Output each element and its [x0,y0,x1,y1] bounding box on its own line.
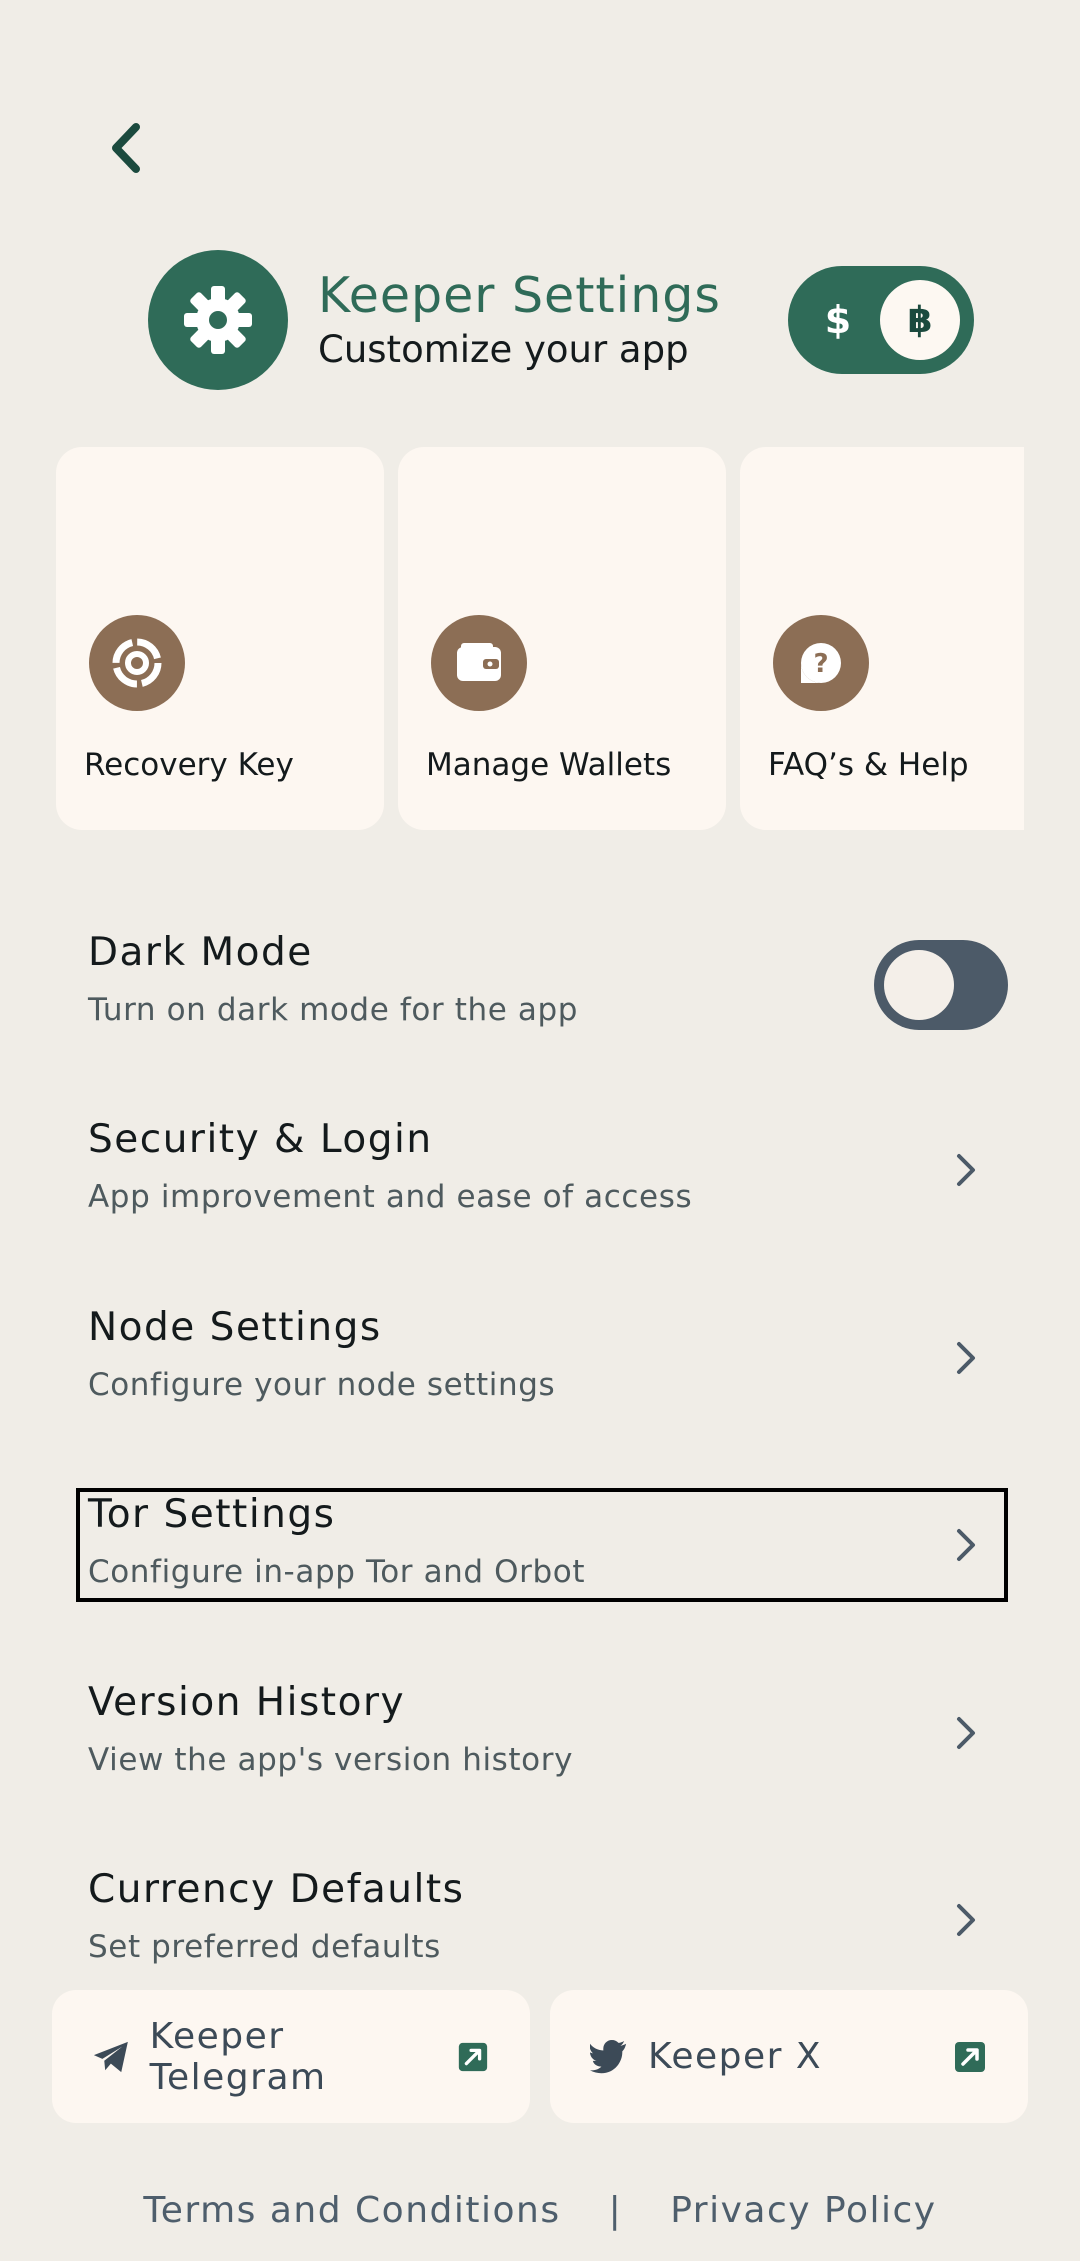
chevron-right-icon [957,1904,975,1936]
card-faq-help[interactable]: ? FAQ’s & Help [740,447,1024,830]
settings-item-version-history[interactable]: Version History View the app's version h… [78,1678,1008,1793]
footer-links: Terms and Conditions | Privacy Policy [0,2180,1080,2240]
gear-icon [148,250,288,390]
setting-title: Version History [88,1680,406,1725]
chevron-right-icon [957,1529,975,1561]
setting-description: Turn on dark mode for the app [88,992,578,1028]
keeper-x-button[interactable]: Keeper X [550,1990,1028,2123]
bitcoin-symbol: ฿ [880,280,960,360]
page-title: Keeper Settings [318,267,721,324]
dark-mode-setting: Dark Mode Turn on dark mode for the app [78,928,1008,1043]
dollar-symbol: $ [824,298,852,342]
card-label: Recovery Key [84,747,294,783]
wallet-icon [431,615,527,711]
setting-title: Node Settings [88,1305,382,1350]
setting-description: Configure your node settings [88,1367,556,1403]
external-link-icon [458,2042,488,2071]
terms-link[interactable]: Terms and Conditions [143,2190,560,2231]
svg-text:?: ? [813,649,828,679]
chevron-right-icon [957,1717,975,1749]
telegram-icon [93,2041,128,2072]
external-link-icon [955,2041,985,2072]
settings-item-currency-defaults[interactable]: Currency Defaults Set preferred defaults [78,1865,1008,1980]
chevron-right-icon [957,1342,975,1374]
setting-description: View the app's version history [88,1742,574,1778]
setting-title: Dark Mode [88,930,313,975]
toggle-knob [884,950,954,1020]
chevron-left-icon [112,123,140,173]
setting-description: Set preferred defaults [88,1929,441,1965]
setting-description: App improvement and ease of access [88,1179,693,1215]
keeper-telegram-button[interactable]: Keeper Telegram [52,1990,530,2123]
back-button[interactable] [96,118,156,178]
setting-title: Tor Settings [88,1492,336,1537]
card-recovery-key[interactable]: Recovery Key [56,447,384,830]
help-icon: ? [773,615,869,711]
social-label: Keeper X [648,2036,823,2077]
settings-item-security-login[interactable]: Security & Login App improvement and eas… [78,1115,1008,1230]
page-subtitle: Customize your app [318,328,689,371]
settings-cards: Recovery Key Manage Wallets ? FAQ’s & He… [56,447,1024,830]
setting-title: Security & Login [88,1117,433,1162]
currency-toggle[interactable]: $ ฿ [788,266,974,374]
setting-title: Currency Defaults [88,1867,465,1912]
settings-item-tor-settings[interactable]: Tor Settings Configure in-app Tor and Or… [78,1490,1008,1605]
card-label: FAQ’s & Help [768,747,969,783]
recovery-key-icon [89,615,185,711]
dark-mode-toggle[interactable] [874,940,1008,1030]
setting-description: Configure in-app Tor and Orbot [88,1554,586,1590]
card-manage-wallets[interactable]: Manage Wallets [398,447,726,830]
card-label: Manage Wallets [426,747,672,783]
settings-header: Keeper Settings Customize your app $ ฿ [148,250,974,390]
privacy-link[interactable]: Privacy Policy [670,2190,936,2231]
chevron-right-icon [957,1154,975,1186]
social-label: Keeper Telegram [149,2015,327,2098]
footer-separator: | [608,2189,623,2231]
settings-item-node-settings[interactable]: Node Settings Configure your node settin… [78,1303,1008,1418]
twitter-bird-icon [590,2039,627,2073]
